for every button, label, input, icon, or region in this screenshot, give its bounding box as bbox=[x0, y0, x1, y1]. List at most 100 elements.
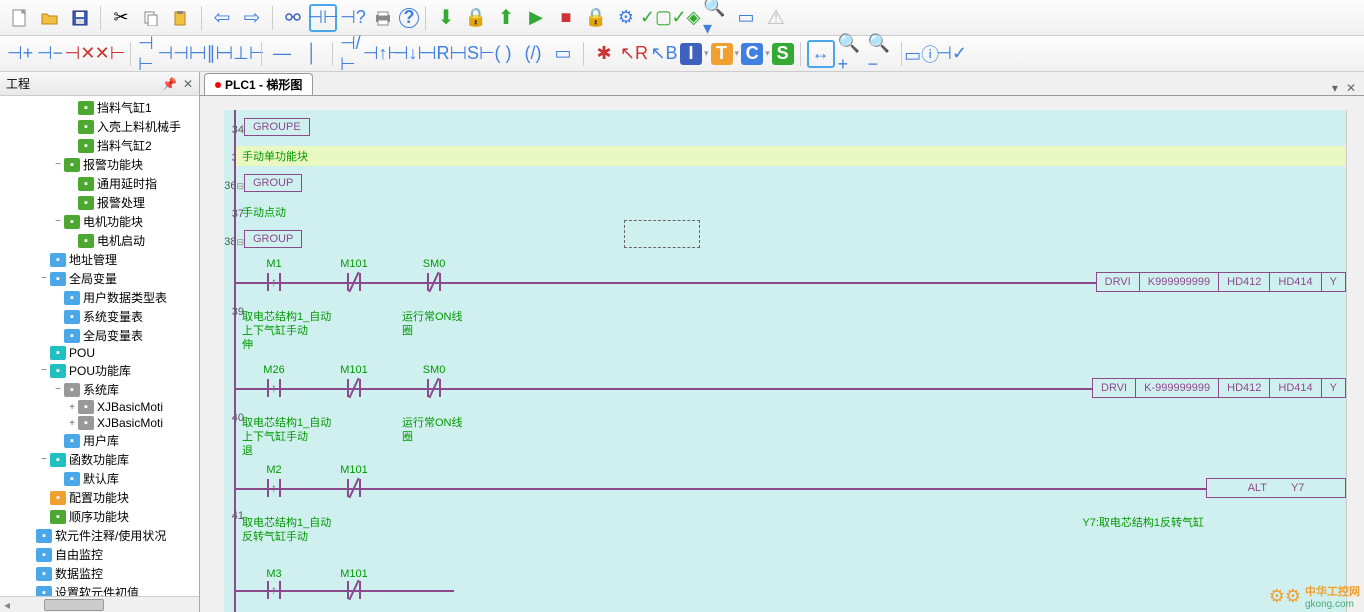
tree-item[interactable]: ▪自由监控 bbox=[0, 545, 199, 564]
tree-item[interactable]: ▪电机启动 bbox=[0, 231, 199, 250]
tree-toggle[interactable]: + bbox=[66, 402, 78, 413]
cut-button[interactable]: ✂ bbox=[107, 4, 135, 32]
contact-nc[interactable] bbox=[419, 270, 449, 294]
cursor-r-button[interactable]: ↖R bbox=[620, 40, 648, 68]
t-button[interactable]: T bbox=[711, 43, 733, 65]
lock-button[interactable]: 🔒 bbox=[582, 4, 610, 32]
download-button[interactable]: ⬇ bbox=[432, 4, 460, 32]
cross-ref-button[interactable]: ⊣? bbox=[339, 4, 367, 32]
undo-button[interactable]: ⇦ bbox=[208, 4, 236, 32]
c-button[interactable]: C bbox=[741, 43, 763, 65]
monitor-button[interactable]: 🔍▾ bbox=[702, 4, 730, 32]
compile-all-button[interactable]: ✓◈ bbox=[672, 4, 700, 32]
fit-width-button[interactable]: ↔ bbox=[807, 40, 835, 68]
coil-button[interactable]: ( ) bbox=[489, 40, 517, 68]
tree-item[interactable]: ▪默认库 bbox=[0, 469, 199, 488]
device-button[interactable]: ▭ bbox=[732, 4, 760, 32]
sidebar-scrollbar[interactable]: ◂ bbox=[0, 596, 199, 612]
tree-toggle[interactable]: − bbox=[52, 384, 64, 395]
group-box[interactable]: GROUP bbox=[244, 230, 302, 248]
tree-item[interactable]: ▪数据监控 bbox=[0, 564, 199, 583]
copy-button[interactable] bbox=[137, 4, 165, 32]
tree-item[interactable]: −▪函数功能库 bbox=[0, 450, 199, 469]
tree-toggle[interactable]: − bbox=[38, 454, 50, 465]
upload-button[interactable]: ⬆ bbox=[492, 4, 520, 32]
delete-col-button[interactable]: ✕⊢ bbox=[96, 40, 124, 68]
find-button[interactable] bbox=[279, 4, 307, 32]
tree-item[interactable]: −▪报警功能块 bbox=[0, 155, 199, 174]
compile-button[interactable]: ✓▢ bbox=[642, 4, 670, 32]
tree-item[interactable]: ▪顺序功能块 bbox=[0, 507, 199, 526]
redo-button[interactable]: ⇨ bbox=[238, 4, 266, 32]
settings-button[interactable]: ⚙ bbox=[612, 4, 640, 32]
contact-rising[interactable]: ↑ bbox=[259, 376, 289, 400]
tab-close-icon[interactable]: ✕ bbox=[1342, 81, 1360, 95]
tree-item[interactable]: ▪软元件注释/使用状况 bbox=[0, 526, 199, 545]
tab-dropdown-icon[interactable]: ▾ bbox=[1328, 81, 1342, 95]
run-button[interactable]: ▶ bbox=[522, 4, 550, 32]
contact-nc[interactable] bbox=[339, 476, 369, 500]
ladder-edit-button[interactable]: ⊣⊢ bbox=[309, 4, 337, 32]
paste-button[interactable] bbox=[167, 4, 195, 32]
output-instruction[interactable]: ALTY7 bbox=[1206, 478, 1346, 498]
tree-item[interactable]: +▪XJBasicMoti bbox=[0, 399, 199, 415]
tree-item[interactable]: ▪用户库 bbox=[0, 431, 199, 450]
output-instruction[interactable]: DRVIK-999999999HD412HD414Y bbox=[1092, 378, 1346, 398]
not-button[interactable]: ✱ bbox=[590, 40, 618, 68]
open-file-button[interactable] bbox=[36, 4, 64, 32]
editor-scrollbar-v[interactable] bbox=[1346, 110, 1364, 612]
sidebar-close-icon[interactable]: ✕ bbox=[183, 77, 193, 91]
group-box[interactable]: GROUP bbox=[244, 174, 302, 192]
tree-item[interactable]: ▪设置软元件初值 bbox=[0, 583, 199, 596]
tree-item[interactable]: +▪XJBasicMoti bbox=[0, 415, 199, 431]
tree-toggle[interactable]: + bbox=[66, 418, 78, 429]
fold-icon[interactable]: ⊟ bbox=[236, 181, 244, 191]
tree-toggle[interactable]: − bbox=[38, 365, 50, 376]
func-block-button[interactable]: ▭ bbox=[549, 40, 577, 68]
contact-rising[interactable]: ↑ bbox=[259, 476, 289, 500]
sidebar-pin-icon[interactable]: 📌 bbox=[162, 77, 177, 91]
tree-item[interactable]: ▪POU bbox=[0, 345, 199, 361]
contact-nc[interactable] bbox=[339, 376, 369, 400]
tree-item[interactable]: ▪地址管理 bbox=[0, 250, 199, 269]
ladder-editor[interactable]: 34 35 36⊟ 37 38⊟ 39 40 41 GROUPE 手动单功能块 … bbox=[200, 96, 1364, 612]
tree-item[interactable]: ▪配置功能块 bbox=[0, 488, 199, 507]
tree-item[interactable]: ▪挡料气缸2 bbox=[0, 136, 199, 155]
delete-row-button[interactable]: ⊣✕ bbox=[66, 40, 94, 68]
tab-plc1[interactable]: PLC1 - 梯形图 bbox=[204, 73, 313, 95]
tree-item[interactable]: −▪全局变量 bbox=[0, 269, 199, 288]
tree-item[interactable]: ▪全局变量表 bbox=[0, 326, 199, 345]
hline-button[interactable]: — bbox=[268, 40, 296, 68]
print-button[interactable] bbox=[369, 4, 397, 32]
cursor-b-button[interactable]: ↖B bbox=[650, 40, 678, 68]
contact-nc[interactable] bbox=[339, 578, 369, 602]
tree-item[interactable]: ▪用户数据类型表 bbox=[0, 288, 199, 307]
warning-icon[interactable]: ⚠ bbox=[762, 4, 790, 32]
contact-nc[interactable] bbox=[339, 270, 369, 294]
tree-item[interactable]: ▪报警处理 bbox=[0, 193, 199, 212]
s-button[interactable]: S bbox=[772, 43, 794, 65]
coil-nc-button[interactable]: (/) bbox=[519, 40, 547, 68]
contact-s-button[interactable]: ⊣S⊢ bbox=[459, 40, 487, 68]
tree-item[interactable]: ▪入壳上料机械手 bbox=[0, 117, 199, 136]
tree-toggle[interactable]: − bbox=[38, 273, 50, 284]
contact-branch-button[interactable]: ⊣⊥⊢ bbox=[227, 40, 255, 68]
contact-nc[interactable] bbox=[419, 376, 449, 400]
add-contact-button[interactable]: ⊣+ bbox=[6, 40, 34, 68]
zoom-out-button[interactable]: 🔍− bbox=[867, 40, 895, 68]
download-lock-button[interactable]: 🔒 bbox=[462, 4, 490, 32]
rung-comment[interactable]: 手动单功能块 bbox=[236, 146, 1346, 166]
project-tree[interactable]: ▪挡料气缸1▪入壳上料机械手▪挡料气缸2−▪报警功能块▪通用延时指▪报警处理−▪… bbox=[0, 96, 199, 596]
check-button[interactable]: ⊣✓ bbox=[938, 40, 966, 68]
stop-button[interactable]: ■ bbox=[552, 4, 580, 32]
tree-item[interactable]: −▪电机功能块 bbox=[0, 212, 199, 231]
save-button[interactable] bbox=[66, 4, 94, 32]
zoom-in-button[interactable]: 🔍+ bbox=[837, 40, 865, 68]
output-instruction[interactable]: DRVIK999999999HD412HD414Y bbox=[1096, 272, 1346, 292]
contact-rising[interactable]: ↑ bbox=[259, 578, 289, 602]
tree-item[interactable]: ▪通用延时指 bbox=[0, 174, 199, 193]
delete-contact-button[interactable]: ⊣− bbox=[36, 40, 64, 68]
i-button[interactable]: I bbox=[680, 43, 702, 65]
group-box[interactable]: GROUPE bbox=[244, 118, 310, 136]
tree-item[interactable]: −▪系统库 bbox=[0, 380, 199, 399]
